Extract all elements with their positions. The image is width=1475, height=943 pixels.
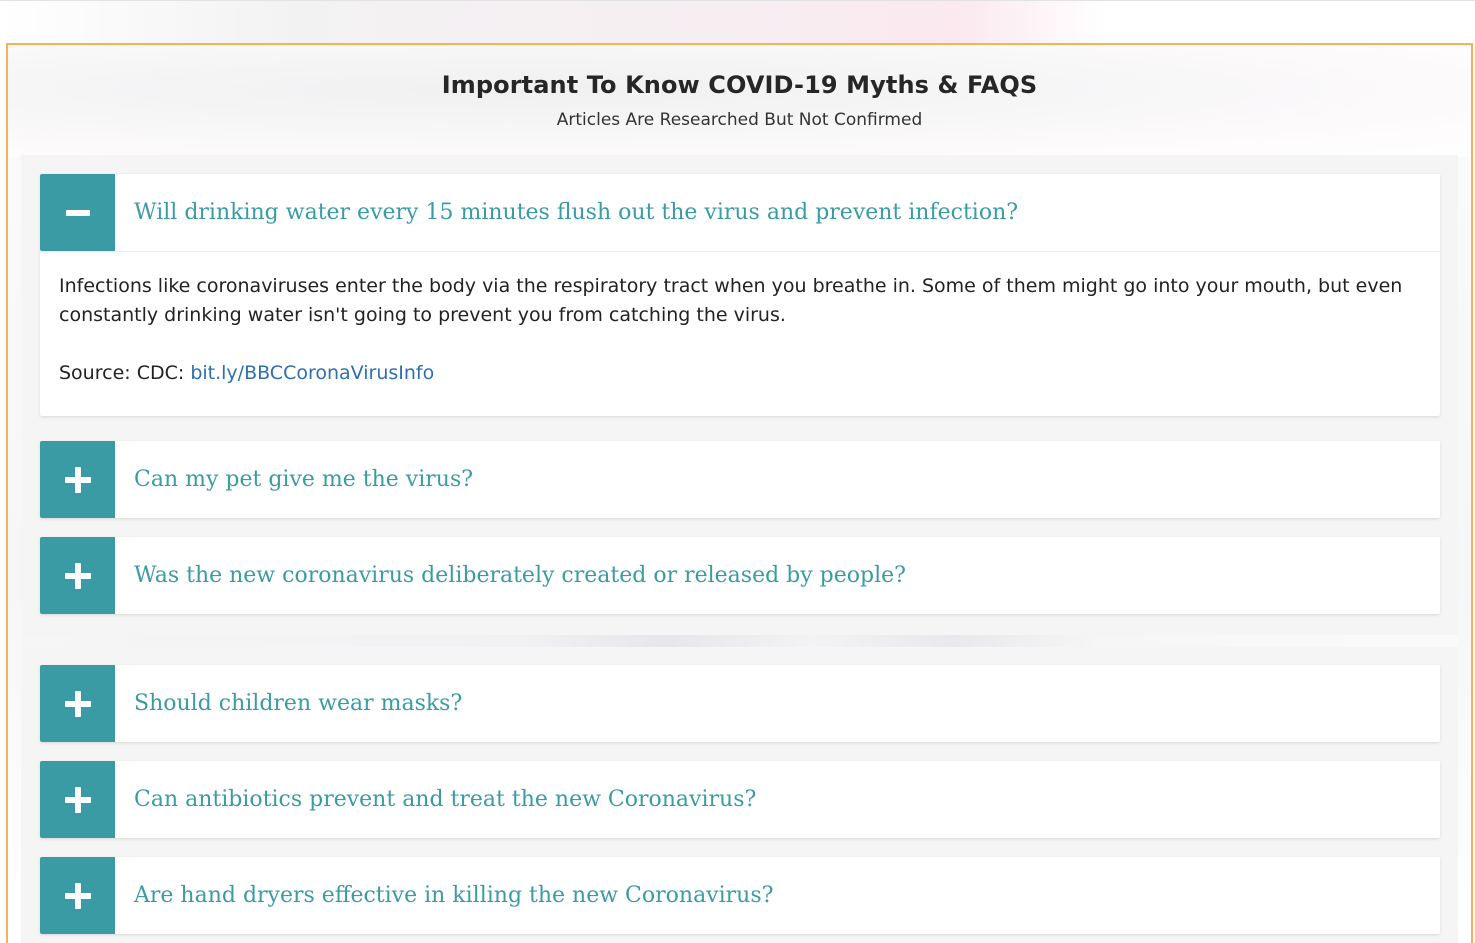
header-background — [8, 45, 1471, 157]
faq-item: Was the new coronavirus deliberately cre… — [40, 537, 1440, 614]
source-link[interactable]: bit.ly/BBCCoronaVirusInfo — [190, 362, 434, 384]
plus-icon — [64, 690, 91, 717]
source-label: Source: CDC: — [59, 362, 185, 384]
faq-answer: Infections like coronaviruses enter the … — [40, 251, 1440, 416]
plus-icon — [64, 466, 91, 493]
faq-question-header[interactable]: Can my pet give me the virus? — [40, 441, 1440, 518]
faq-item: Can antibiotics prevent and treat the ne… — [40, 761, 1440, 838]
expand-toggle-button[interactable] — [40, 441, 115, 518]
plus-icon — [64, 562, 91, 589]
faq-question-header[interactable]: Should children wear masks? — [40, 665, 1440, 742]
answer-source: Source: CDC: bit.ly/BBCCoronaVirusInfo — [59, 359, 1421, 388]
answer-text: Infections like coronaviruses enter the … — [59, 275, 1403, 326]
faq-question-header[interactable]: Will drinking water every 15 minutes flu… — [40, 174, 1440, 251]
faq-question: Can antibiotics prevent and treat the ne… — [134, 787, 757, 812]
section-divider — [21, 635, 1458, 647]
faq-item: Are hand dryers effective in killing the… — [40, 857, 1440, 934]
expand-toggle-button[interactable] — [40, 537, 115, 614]
top-banner-strip — [0, 0, 1475, 44]
faq-section: Important To Know COVID-19 Myths & FAQS … — [6, 43, 1473, 943]
faq-question-header[interactable]: Are hand dryers effective in killing the… — [40, 857, 1440, 934]
faq-question-header[interactable]: Was the new coronavirus deliberately cre… — [40, 537, 1440, 614]
expand-toggle-button[interactable] — [40, 761, 115, 838]
faq-question-header[interactable]: Can antibiotics prevent and treat the ne… — [40, 761, 1440, 838]
faq-question: Are hand dryers effective in killing the… — [134, 883, 774, 908]
expand-toggle-button[interactable] — [40, 665, 115, 742]
collapse-toggle-button[interactable] — [40, 174, 115, 251]
minus-icon — [65, 209, 90, 216]
faq-item: Will drinking water every 15 minutes flu… — [40, 174, 1440, 416]
plus-icon — [64, 786, 91, 813]
page-title: Important To Know COVID-19 Myths & FAQS — [441, 71, 1038, 99]
faq-question: Will drinking water every 15 minutes flu… — [134, 200, 1019, 225]
faq-item: Can my pet give me the virus? — [40, 441, 1440, 518]
expand-toggle-button[interactable] — [40, 857, 115, 934]
faq-question: Was the new coronavirus deliberately cre… — [134, 563, 906, 588]
faq-question: Should children wear masks? — [134, 691, 463, 716]
faq-item: Should children wear masks? — [40, 665, 1440, 742]
faq-question: Can my pet give me the virus? — [134, 467, 474, 492]
page-subtitle: Articles Are Researched But Not Confirme… — [556, 110, 923, 130]
plus-icon — [64, 882, 91, 909]
